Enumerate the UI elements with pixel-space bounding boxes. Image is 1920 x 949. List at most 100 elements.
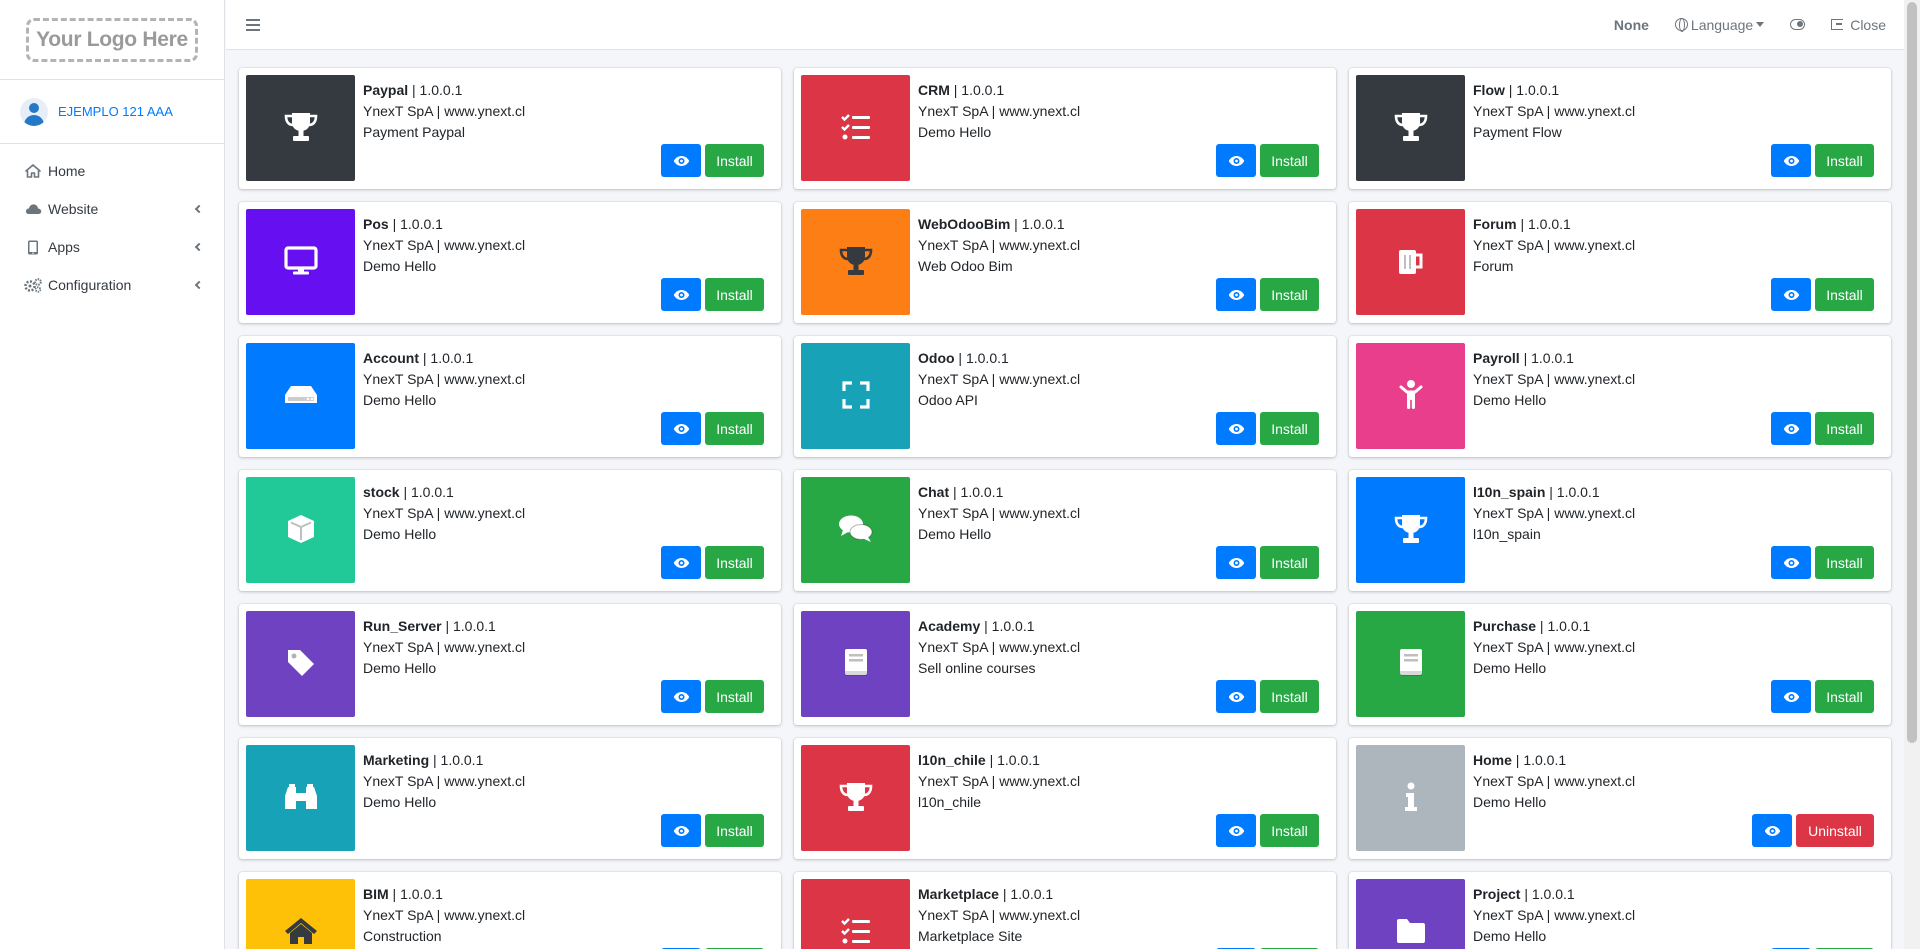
app-name: WebOdooBim bbox=[918, 216, 1011, 232]
view-button[interactable] bbox=[1216, 278, 1256, 311]
close-button[interactable]: Close bbox=[1831, 17, 1886, 33]
logo[interactable]: Your Logo Here bbox=[26, 17, 198, 62]
view-button[interactable] bbox=[1771, 278, 1811, 311]
app-tile bbox=[246, 477, 355, 583]
app-card-bim: BIM | 1.0.0.1 YnexT SpA | www.ynext.cl Con… bbox=[239, 872, 781, 949]
app-vendor: YnexT SpA | www.ynext.cl bbox=[918, 773, 1081, 789]
install-button[interactable]: Install bbox=[705, 412, 764, 445]
sidebar-item-website[interactable]: Website bbox=[0, 190, 224, 228]
install-button[interactable]: Install bbox=[1260, 814, 1319, 847]
app-description: Demo Hello bbox=[918, 124, 992, 140]
app-description: Demo Hello bbox=[363, 526, 437, 542]
view-button[interactable] bbox=[661, 144, 701, 177]
app-vendor: YnexT SpA | www.ynext.cl bbox=[918, 907, 1081, 923]
install-button[interactable]: Install bbox=[1815, 278, 1874, 311]
install-button[interactable]: Install bbox=[705, 814, 764, 847]
hamburger-icon[interactable] bbox=[246, 18, 260, 31]
sidebar-item-apps[interactable]: Apps bbox=[0, 228, 224, 266]
app-info: Project | 1.0.0.1 YnexT SpA | www.ynext.c… bbox=[1473, 884, 1635, 947]
home-icon bbox=[24, 163, 42, 179]
app-info: WebOdooBim | 1.0.0.1 YnexT SpA | www.ynex… bbox=[918, 214, 1080, 277]
app-title: Forum | 1.0.0.1 bbox=[1473, 214, 1635, 235]
app-vendor: YnexT SpA | www.ynext.cl bbox=[1473, 773, 1636, 789]
view-button[interactable] bbox=[661, 412, 701, 445]
install-button[interactable]: Install bbox=[705, 680, 764, 713]
app-card-purchase: Purchase | 1.0.0.1 YnexT SpA | www.ynext.… bbox=[1349, 604, 1891, 725]
app-description: Demo Hello bbox=[1473, 794, 1547, 810]
app-version: | 1.0.0.1 bbox=[980, 618, 1035, 634]
view-button[interactable] bbox=[1771, 412, 1811, 445]
scrollbar-thumb[interactable] bbox=[1907, 2, 1917, 743]
install-button[interactable]: Install bbox=[1260, 546, 1319, 579]
close-label: Close bbox=[1850, 16, 1886, 33]
install-button[interactable]: Install bbox=[1815, 412, 1874, 445]
uninstall-button[interactable]: Uninstall bbox=[1796, 814, 1874, 847]
view-button[interactable] bbox=[1216, 680, 1256, 713]
app-version: | 1.0.0.1 bbox=[408, 82, 463, 98]
install-button[interactable]: Install bbox=[1815, 680, 1874, 713]
app-card-payroll: Payroll | 1.0.0.1 YnexT SpA | www.ynext.c… bbox=[1349, 336, 1891, 457]
app-info: CRM | 1.0.0.1 YnexT SpA | www.ynext.cl Dem… bbox=[918, 80, 1080, 143]
install-button[interactable]: Install bbox=[1260, 412, 1319, 445]
app-info: BIM | 1.0.0.1 YnexT SpA | www.ynext.cl Con… bbox=[363, 884, 525, 947]
view-button[interactable] bbox=[1216, 546, 1256, 579]
user-name-link[interactable]: EJEMPLO 121 AAA bbox=[58, 104, 173, 119]
trophy-icon bbox=[838, 781, 874, 816]
view-button[interactable] bbox=[1216, 144, 1256, 177]
install-button[interactable]: Install bbox=[1815, 546, 1874, 579]
view-button[interactable] bbox=[661, 680, 701, 713]
app-card-l10n_chile: l10n_chile | 1.0.0.1 YnexT SpA | www.ynex… bbox=[794, 738, 1336, 859]
install-button[interactable]: Install bbox=[705, 278, 764, 311]
install-button[interactable]: Install bbox=[1260, 144, 1319, 177]
app-tile bbox=[1356, 343, 1465, 449]
app-version: | 1.0.0.1 bbox=[441, 618, 496, 634]
view-button[interactable] bbox=[1771, 144, 1811, 177]
desktop-icon bbox=[283, 245, 318, 279]
app-description: Demo Hello bbox=[1473, 660, 1547, 676]
app-tile bbox=[1356, 879, 1465, 949]
sidebar-item-configuration[interactable]: Configuration bbox=[0, 266, 224, 304]
app-title: Academy | 1.0.0.1 bbox=[918, 616, 1080, 637]
view-button[interactable] bbox=[1216, 412, 1256, 445]
install-button[interactable]: Install bbox=[705, 546, 764, 579]
eye-icon bbox=[1764, 825, 1781, 837]
view-button[interactable] bbox=[1752, 814, 1792, 847]
install-button[interactable]: Install bbox=[705, 144, 764, 177]
info-icon bbox=[1404, 782, 1418, 815]
trophy-icon bbox=[1393, 513, 1429, 548]
brand-area: Your Logo Here bbox=[0, 0, 224, 80]
language-dropdown[interactable]: Language bbox=[1674, 16, 1765, 33]
app-description: Sell online courses bbox=[918, 660, 1036, 676]
eye-icon bbox=[673, 825, 690, 837]
view-button[interactable] bbox=[661, 814, 701, 847]
app-description: l10n_chile bbox=[918, 794, 982, 810]
app-tile bbox=[246, 343, 355, 449]
sidebar-item-home[interactable]: Home bbox=[0, 152, 224, 190]
theme-toggle-button[interactable] bbox=[1790, 19, 1806, 30]
install-button[interactable]: Install bbox=[1815, 144, 1874, 177]
app-actions: Install bbox=[1216, 546, 1319, 579]
install-button[interactable]: Install bbox=[1260, 680, 1319, 713]
view-button[interactable] bbox=[661, 278, 701, 311]
install-button[interactable]: Install bbox=[1260, 278, 1319, 311]
view-button[interactable] bbox=[661, 546, 701, 579]
app-vendor: YnexT SpA | www.ynext.cl bbox=[918, 505, 1081, 521]
view-button[interactable] bbox=[1771, 680, 1811, 713]
language-label: Language bbox=[1690, 16, 1754, 33]
app-vendor: YnexT SpA | www.ynext.cl bbox=[1473, 505, 1636, 521]
view-button[interactable] bbox=[1216, 814, 1256, 847]
app-card-chat: Chat | 1.0.0.1 YnexT SpA | www.ynext.cl De… bbox=[794, 470, 1336, 591]
page-scrollbar[interactable] bbox=[1904, 0, 1920, 949]
eye-icon bbox=[1228, 423, 1245, 435]
app-actions: Install bbox=[1771, 680, 1874, 713]
app-version: | 1.0.0.1 bbox=[1511, 752, 1567, 768]
app-actions: Install bbox=[1771, 412, 1874, 445]
comments-icon bbox=[838, 514, 874, 547]
none-link[interactable]: None bbox=[1614, 17, 1649, 33]
app-title: Account | 1.0.0.1 bbox=[363, 348, 525, 369]
app-info: Marketing | 1.0.0.1 YnexT SpA | www.ynext… bbox=[363, 750, 525, 813]
view-button[interactable] bbox=[1771, 546, 1811, 579]
app-actions: Install bbox=[1216, 814, 1319, 847]
app-vendor: YnexT SpA | www.ynext.cl bbox=[918, 237, 1081, 253]
user-avatar-icon[interactable] bbox=[20, 97, 48, 126]
